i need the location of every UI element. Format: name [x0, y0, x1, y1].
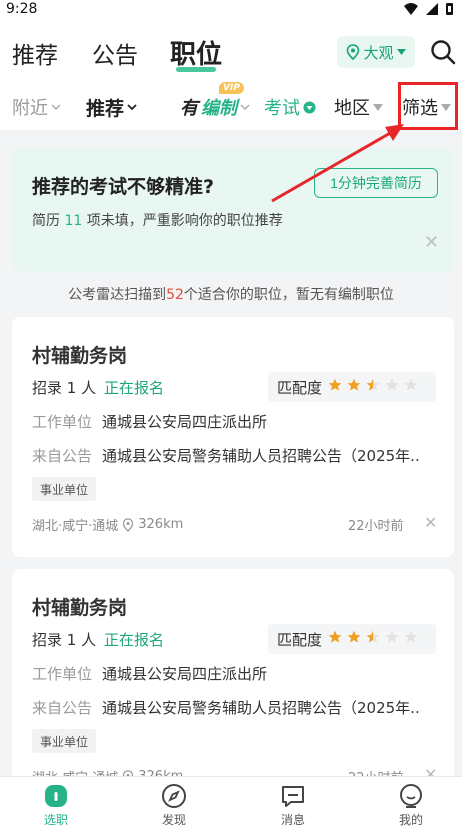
star-icon [328, 378, 342, 391]
nav-job-select[interactable]: 选职 [26, 783, 86, 828]
scan-suffix: 个适合你的职位，暂无有编制职位 [183, 287, 394, 303]
scan-result-text: 公考雷达扫描到52个适合你的职位，暂无有编制职位 [0, 284, 462, 304]
star-icon [385, 378, 399, 391]
job-recruit-count: 招录 1 人 [32, 631, 97, 649]
job-title: 村辅勤务岗 [32, 597, 128, 619]
job-time: 22小时前 [348, 519, 404, 534]
profile-icon [400, 784, 422, 808]
job-recruit-count: 招录 1 人 [32, 379, 97, 397]
message-icon [282, 786, 304, 807]
annotation-arrow-line [271, 130, 393, 203]
match-label: 匹配度 [277, 378, 323, 397]
source-key: 来自公告 [32, 699, 93, 717]
job-status: 正在报名 [104, 631, 165, 649]
nav-job-select-label: 选职 [43, 813, 68, 827]
employer-key: 工作单位 [32, 665, 93, 683]
source-value: 通城县公安局警务辅助人员招聘公告（2025年... [102, 447, 420, 465]
source-key: 来自公告 [32, 447, 93, 465]
compass-icon [162, 784, 186, 808]
job-source-row: 来自公告 通城县公安局警务辅助人员招聘公告（2025年... [32, 445, 420, 466]
nav-discover[interactable]: 发现 [144, 783, 204, 828]
star-icon [404, 378, 418, 391]
job-distance: 326km [138, 517, 184, 532]
star-icon [328, 630, 342, 643]
nav-profile-label: 我的 [398, 813, 423, 827]
match-label: 匹配度 [277, 630, 323, 649]
job-employer-row: 工作单位 通城县公安局四庄派出所 [32, 663, 420, 684]
employer-value: 通城县公安局四庄派出所 [102, 665, 268, 683]
job-title: 村辅勤务岗 [32, 345, 128, 367]
job-tag: 事业单位 [32, 729, 97, 753]
match-rating: 匹配度 [268, 372, 436, 402]
nav-messages[interactable]: 消息 [263, 783, 323, 828]
scan-prefix: 公考雷达扫描到 [68, 287, 167, 303]
star-icon [404, 630, 418, 643]
star-icon [347, 630, 361, 643]
star-rating [328, 378, 423, 396]
employer-value: 通城县公安局四庄派出所 [102, 413, 268, 431]
job-footer: 湖北·咸宁·通城 326km [32, 515, 183, 534]
star-icon [366, 630, 380, 643]
employer-key: 工作单位 [32, 413, 93, 431]
location-pin-icon [123, 517, 134, 532]
dismiss-job-icon[interactable]: ✕ [424, 513, 437, 532]
source-value: 通城县公安局警务辅助人员招聘公告（2025年... [102, 699, 420, 717]
star-icon [347, 378, 361, 391]
nav-profile[interactable]: 我的 [381, 783, 441, 828]
star-icon [385, 630, 399, 643]
star-icon [366, 378, 380, 391]
annotation-arrow-head [385, 124, 404, 141]
job-employer-row: 工作单位 通城县公安局四庄派出所 [32, 411, 420, 432]
nav-messages-label: 消息 [280, 813, 305, 827]
job-card[interactable]: 村辅勤务岗 招录 1 人 正在报名 匹配度 工作单位 通城县公安局四庄派出所 来自… [12, 317, 454, 557]
job-location: 湖北·咸宁·通城 [32, 519, 119, 534]
job-source-row: 来自公告 通城县公安局警务辅助人员招聘公告（2025年... [32, 697, 420, 718]
job-tag: 事业单位 [32, 477, 97, 501]
job-select-icon [45, 785, 67, 807]
star-rating [328, 630, 423, 648]
nav-discover-label: 发现 [161, 813, 186, 827]
scan-count: 52 [166, 287, 184, 303]
job-card[interactable]: 村辅勤务岗 招录 1 人 正在报名 匹配度 工作单位 通城县公安局四庄派出所 来自… [12, 569, 454, 809]
match-rating: 匹配度 [268, 624, 436, 654]
bottom-nav: 选职 发现 消息 我的 [0, 776, 462, 834]
job-status: 正在报名 [104, 379, 165, 397]
